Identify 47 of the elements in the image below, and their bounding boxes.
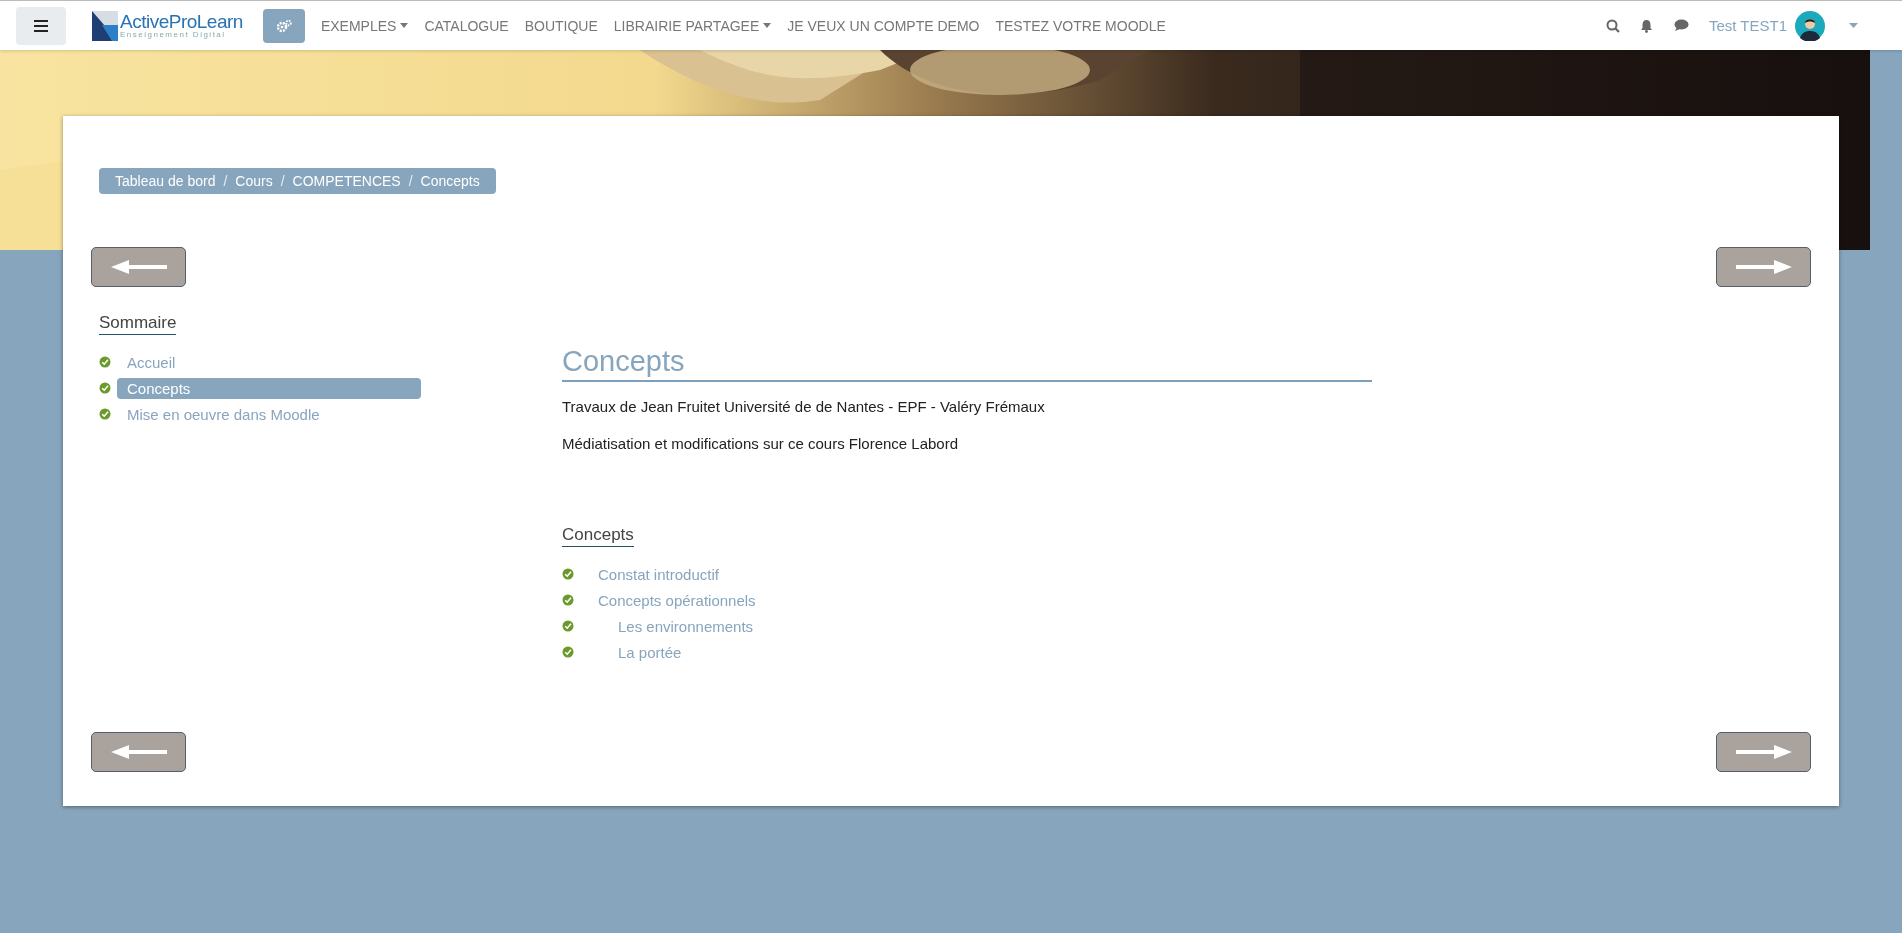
nav-link[interactable]: BOUTIQUE <box>516 17 606 34</box>
logo-tagline: Enseignement Digital <box>120 31 227 39</box>
logo-name: ActiveProLearn <box>120 12 243 31</box>
next-button[interactable] <box>1716 732 1811 772</box>
toc-link[interactable]: Les environnements <box>618 617 754 635</box>
user-name[interactable]: Test TEST1 <box>1708 17 1787 34</box>
breadcrumb-link[interactable]: COMPETENCES <box>292 173 401 189</box>
nav-link[interactable]: TESTEZ VOTRE MOODLE <box>987 17 1174 34</box>
page-title: Concepts <box>562 345 1372 382</box>
sidebar-item[interactable]: Accueil <box>117 351 421 373</box>
left-arrow-icon <box>110 745 167 759</box>
breadcrumb-separator: / <box>223 173 228 189</box>
paragraph: Médiatisation et modifications sur ce cours Florence Labord <box>562 435 960 452</box>
toc-link[interactable]: Constat introductif <box>598 565 719 583</box>
breadcrumb-link[interactable]: Concepts <box>420 173 480 189</box>
nav-link[interactable]: JE VEUX UN COMPTE DEMO <box>779 17 988 34</box>
logo-icon <box>92 10 118 41</box>
nav-link[interactable]: LIBRAIRIE PARTAGEE <box>605 17 780 34</box>
gears-icon <box>275 18 292 33</box>
sidebar-item[interactable]: Concepts <box>117 377 421 399</box>
previous-button[interactable] <box>91 247 186 287</box>
sidebar-item[interactable]: Mise en oeuvre dans Moodle <box>117 403 421 425</box>
caret-icon[interactable] <box>1849 23 1858 28</box>
breadcrumb-link[interactable]: Tableau de bord <box>115 173 216 189</box>
next-button[interactable] <box>1716 247 1811 287</box>
search-icon[interactable] <box>1605 18 1620 33</box>
section-title: Concepts <box>562 525 634 547</box>
right-arrow-icon <box>1735 745 1792 759</box>
menu-button[interactable] <box>16 6 66 45</box>
sidebar-title: Sommaire <box>99 313 177 335</box>
nav-link[interactable]: CATALOGUE <box>416 17 517 34</box>
breadcrumb-separator: / <box>280 173 285 189</box>
breadcrumb-link[interactable]: Cours <box>235 173 273 189</box>
menu-icon <box>34 19 48 32</box>
admin-button[interactable] <box>262 8 305 43</box>
chat-icon[interactable] <box>1672 19 1689 32</box>
previous-button[interactable] <box>91 732 186 772</box>
toc-link[interactable]: La portée <box>618 643 682 661</box>
paragraph: Travaux de Jean Fruitet Université de de Nantes - EPF - Valéry Frémaux <box>562 398 1046 415</box>
breadcrumb-separator: / <box>408 173 413 189</box>
right-arrow-icon <box>1735 260 1792 274</box>
avatar-icon[interactable] <box>1795 10 1825 41</box>
bell-icon[interactable] <box>1639 18 1653 33</box>
toc-link[interactable]: Concepts opérationnels <box>598 591 756 609</box>
logo[interactable]: ActiveProLearn Enseignement Digital <box>92 10 243 41</box>
nav-link[interactable]: EXEMPLES <box>312 17 417 34</box>
left-arrow-icon <box>110 260 167 274</box>
